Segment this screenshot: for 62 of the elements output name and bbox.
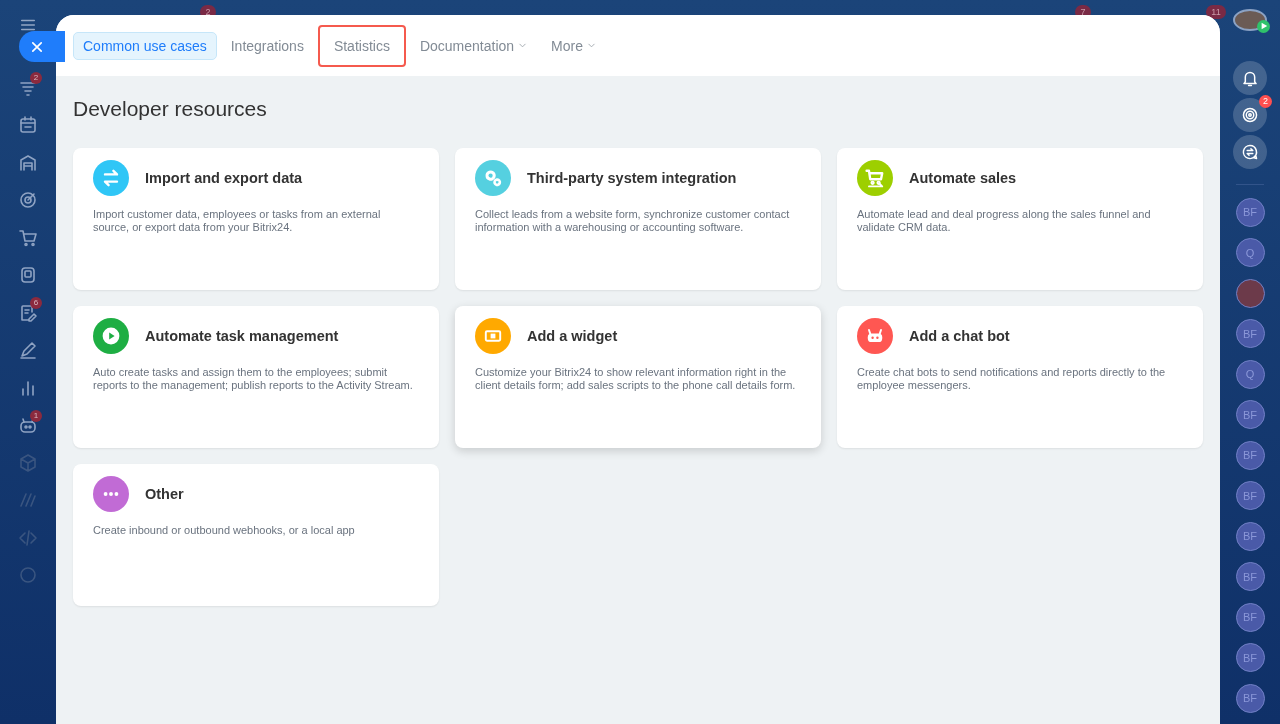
contact-avatar[interactable]: BF xyxy=(1235,440,1265,470)
document-edit-icon[interactable] xyxy=(18,302,38,323)
card-description: Auto create tasks and assign them to the employees; submit reports to the management; publish reports to the Activity Stream. xyxy=(93,366,414,392)
card-description: Create inbound or outbound webhooks, or a local app xyxy=(93,524,356,537)
bell-icon[interactable] xyxy=(1233,60,1267,95)
calendar-icon[interactable] xyxy=(18,115,38,136)
contact-avatar[interactable]: BF xyxy=(1235,562,1265,591)
card-description: Customize your Bitrix24 to show relevant information right in the client details form; add sales scripts to the phone call details form. xyxy=(475,366,797,392)
use-case-card[interactable]: Automate sales Automate lead and deal progress along the sales funnel and validate CRM data. xyxy=(837,148,1203,290)
notification-badge: 11 xyxy=(1206,5,1226,19)
tab[interactable]: Integrations xyxy=(220,31,314,60)
caret-icon xyxy=(587,41,596,50)
swirl-icon[interactable] xyxy=(1233,97,1267,132)
contact-avatar[interactable]: BF xyxy=(1235,602,1265,632)
card-title: Other xyxy=(145,486,184,502)
notification-badge: 2 xyxy=(30,72,42,84)
close-button[interactable] xyxy=(19,31,65,62)
chat-arrows-icon[interactable] xyxy=(1233,134,1267,169)
card-description: Collect leads from a website form, synchronize customer contact information with a warehousing or accounting software. xyxy=(475,208,791,234)
contact-avatar[interactable]: BF xyxy=(1235,319,1265,348)
card-title: Automate sales xyxy=(909,170,1017,186)
card-title: Add a chat bot xyxy=(909,328,1010,344)
card-description: Create chat bots to send notifications and reports directly to the employee messengers. xyxy=(857,366,1167,392)
target-icon[interactable] xyxy=(18,190,38,211)
robot-icon[interactable] xyxy=(18,415,38,436)
caret-icon xyxy=(518,41,528,50)
user-avatar[interactable] xyxy=(1233,9,1267,31)
contact-avatar[interactable]: BF xyxy=(1235,643,1265,672)
contact-avatar[interactable]: BF xyxy=(1235,481,1265,510)
garage-icon[interactable] xyxy=(18,152,38,173)
contact-avatar[interactable]: BF xyxy=(1235,197,1265,227)
notification-badge: 1 xyxy=(30,409,42,422)
use-case-card[interactable]: Other Create inbound or outbound webhooks, or a local app xyxy=(73,464,439,606)
page-title: Developer resources xyxy=(73,97,268,121)
contact-avatar[interactable]: BF xyxy=(1235,521,1265,551)
card-description: Automate lead and deal progress along the sales funnel and validate CRM data. xyxy=(857,208,1152,234)
play-icon xyxy=(1257,19,1270,33)
card-title: Add a widget xyxy=(527,328,618,344)
tab[interactable]: More xyxy=(541,31,606,60)
card-description: Import customer data, employees or tasks from an external source, or export data from your Bitrix24. xyxy=(93,208,382,234)
use-case-card[interactable]: Automate task management Auto create tasks and assign them to the employees; submit reports to the management; publish reports to the Activity Stream. xyxy=(73,306,439,448)
use-case-card[interactable]: Add a widget Customize your Bitrix24 to show relevant information right in the client details form; add sales scripts to the phone call details form. xyxy=(455,306,821,448)
pen-icon[interactable] xyxy=(18,340,38,361)
notification-badge: 6 xyxy=(30,297,42,309)
use-case-card[interactable]: Import and export data Import customer data, employees or tasks from an external source, or export data from your Bitrix24. xyxy=(73,148,439,290)
tab[interactable]: Statistics xyxy=(317,24,406,67)
card-title: Automate task management xyxy=(145,328,339,344)
card-title: Third-party system integration xyxy=(527,170,737,186)
contact-avatar[interactable]: Q xyxy=(1235,359,1265,389)
close-icon xyxy=(30,39,44,54)
tab[interactable]: Documentation xyxy=(409,31,538,60)
contact-avatar[interactable]: Q xyxy=(1235,238,1265,267)
cart-icon[interactable] xyxy=(18,227,38,248)
device-icon[interactable] xyxy=(18,265,38,286)
contact-avatar[interactable] xyxy=(1235,278,1265,308)
tab[interactable]: Common use cases xyxy=(73,31,217,60)
notification-badge: 2 xyxy=(1259,94,1272,108)
use-case-card[interactable]: Third-party system integration Collect leads from a website form, synchronize customer contact information with a warehousing or accounting software. xyxy=(455,148,821,290)
card-title: Import and export data xyxy=(145,170,303,186)
contact-avatar[interactable]: BF xyxy=(1235,683,1265,713)
use-case-card[interactable]: Add a chat bot Create chat bots to send notifications and reports directly to the employee messengers. xyxy=(837,306,1203,448)
contact-avatar[interactable]: BF xyxy=(1235,400,1265,429)
